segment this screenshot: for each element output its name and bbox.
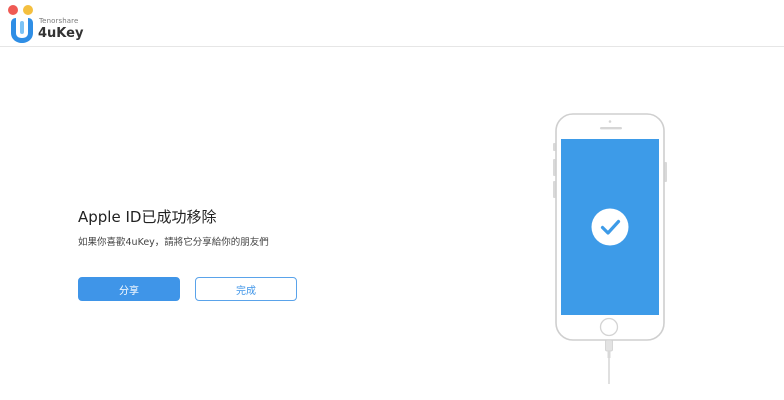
app-window: Tenorshare 4uKey Apple ID已成功移除 如果你喜歡4uKe…: [0, 0, 784, 400]
product-name: 4uKey: [38, 26, 84, 41]
window-minimize-button[interactable]: [23, 5, 33, 15]
page-title: Apple ID已成功移除: [78, 208, 217, 226]
title-bar: Tenorshare 4uKey: [0, 0, 784, 47]
home-button-icon: [599, 317, 619, 337]
share-button[interactable]: 分享: [78, 277, 180, 301]
checkmark-circle-icon: [591, 208, 629, 246]
company-name: Tenorshare: [39, 17, 79, 25]
page-subtitle: 如果你喜歡4uKey，請將它分享給你的朋友們: [78, 237, 269, 248]
window-close-button[interactable]: [8, 5, 18, 15]
tenorshare-logo-icon: [11, 18, 33, 43]
iphone-illustration-icon: [553, 113, 667, 384]
done-button[interactable]: 完成: [195, 277, 297, 301]
